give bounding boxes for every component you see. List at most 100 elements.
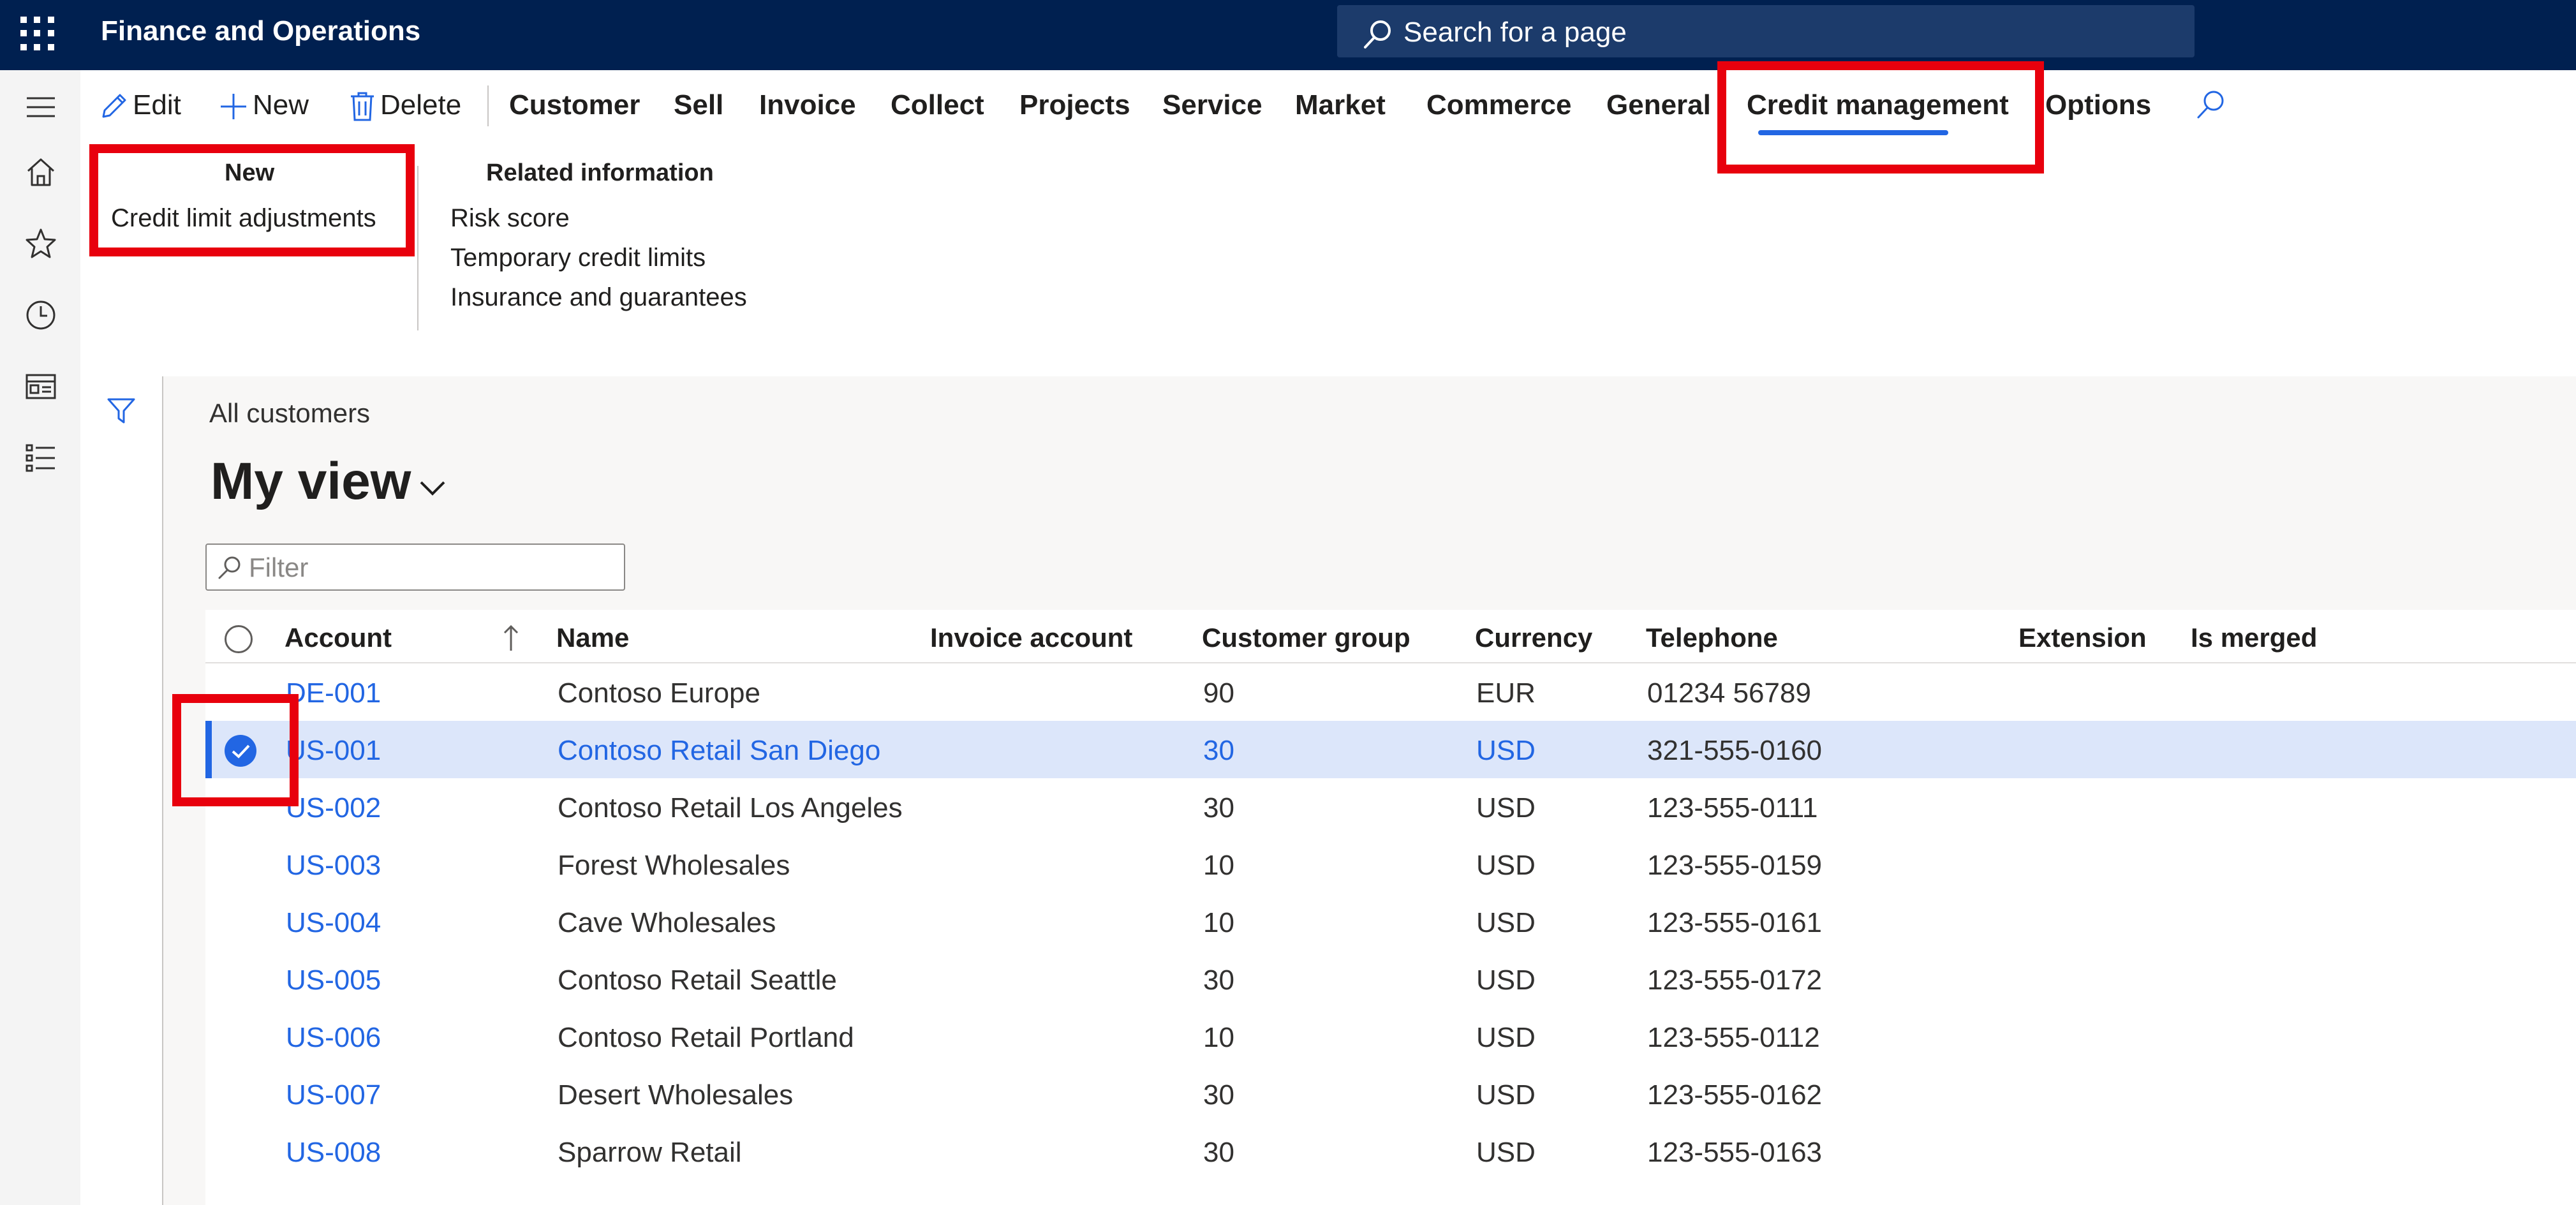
highlight-box-credit-management (1717, 61, 2044, 174)
column-header-currency[interactable]: Currency (1475, 623, 1592, 653)
app-launcher-icon[interactable] (20, 17, 56, 52)
column-header-telephone[interactable]: Telephone (1646, 623, 1778, 653)
cell-currency: USD (1476, 792, 1536, 824)
filter-pane-strip (80, 376, 163, 1205)
group-header-related-information: Related information (486, 159, 714, 186)
tab-customer[interactable]: Customer (509, 89, 640, 121)
customers-grid: Account Name Invoice account Customer gr… (205, 610, 2576, 1205)
cell-currency: USD (1476, 850, 1536, 881)
filter-funnel-icon[interactable] (106, 396, 137, 426)
home-icon[interactable] (24, 156, 57, 189)
cell-name: Contoso Europe (558, 677, 760, 709)
table-row[interactable]: US-004 Cave Wholesales 10 USD 123-555-0161 (205, 893, 2576, 950)
hamburger-menu-icon[interactable] (24, 91, 57, 124)
table-row[interactable]: US-001 Contoso Retail San Diego 30 USD 321-5… (205, 721, 2576, 778)
cell-telephone: 123-555-0172 (1647, 965, 1823, 996)
table-row[interactable]: US-006 Contoso Retail Portland 10 USD 123-55… (205, 1008, 2576, 1065)
filter-input-box[interactable] (205, 543, 625, 591)
table-row[interactable]: DE-001 Contoso Europe 90 EUR 01234 56789 (205, 663, 2576, 721)
sort-ascending-arrow-icon[interactable] (501, 624, 521, 652)
cell-account[interactable]: US-001 (286, 735, 381, 767)
column-header-customer-group[interactable]: Customer group (1202, 623, 1410, 653)
new-label: New (253, 89, 309, 121)
cell-customer-group: 30 (1203, 735, 1234, 766)
trash-icon (351, 92, 374, 121)
highlight-box-credit-limit-adjustments (89, 144, 415, 256)
table-row[interactable]: US-008 Sparrow Retail 30 USD 123-555-0163 (205, 1123, 2576, 1180)
top-bar: Finance and Operations Search for a page (0, 0, 2576, 70)
cell-account[interactable]: US-002 (286, 792, 381, 824)
edit-label: Edit (133, 89, 181, 121)
column-header-is-merged[interactable]: Is merged (2191, 623, 2317, 653)
plus-icon (221, 94, 246, 120)
breadcrumb: All customers (209, 398, 371, 428)
cell-account[interactable]: DE-001 (286, 677, 381, 709)
tab-projects[interactable]: Projects (1019, 89, 1130, 121)
delete-button[interactable]: Delete (348, 89, 461, 122)
search-page-box[interactable]: Search for a page (1337, 5, 2195, 57)
cell-customer-group: 30 (1203, 1079, 1234, 1111)
modules-list-icon[interactable] (24, 441, 57, 475)
main-content: All customers My view Account Name Invoi… (163, 376, 2576, 1205)
cell-telephone: 123-555-0163 (1647, 1137, 1823, 1168)
cell-name: Contoso Retail Seattle (558, 965, 837, 996)
column-header-invoice-account[interactable]: Invoice account (930, 623, 1132, 653)
column-header-account[interactable]: Account (285, 623, 392, 653)
tab-sell[interactable]: Sell (674, 89, 723, 121)
edit-pencil-icon (102, 94, 126, 118)
select-all-radio[interactable] (225, 625, 253, 653)
cell-account[interactable]: US-003 (286, 850, 381, 882)
cell-account[interactable]: US-005 (286, 965, 381, 996)
cell-customer-group: 10 (1203, 907, 1234, 938)
tab-options[interactable]: Options (2045, 89, 2151, 121)
tab-collect[interactable]: Collect (891, 89, 984, 121)
chevron-down-icon[interactable] (418, 478, 447, 498)
filter-input[interactable] (248, 550, 607, 586)
table-row[interactable]: US-007 Desert Wholesales 30 USD 123-555-0162 (205, 1065, 2576, 1123)
cell-telephone: 123-555-0111 (1647, 792, 1818, 824)
left-navigation (0, 70, 82, 1205)
cell-customer-group: 10 (1203, 1022, 1234, 1053)
cell-name: Contoso Retail Los Angeles (558, 792, 903, 824)
cell-account[interactable]: US-008 (286, 1137, 381, 1169)
cell-telephone: 123-555-0112 (1647, 1022, 1820, 1053)
temporary-credit-limits-button[interactable]: Temporary credit limits (450, 244, 706, 272)
recent-clock-icon[interactable] (24, 299, 57, 332)
column-header-name[interactable]: Name (556, 623, 629, 653)
tab-general[interactable]: General (1606, 89, 1711, 121)
insurance-and-guarantees-button[interactable]: Insurance and guarantees (450, 283, 747, 312)
highlight-box-row-select (172, 694, 299, 806)
cell-currency: EUR (1476, 677, 1536, 709)
tab-commerce[interactable]: Commerce (1426, 89, 1571, 121)
cell-telephone: 01234 56789 (1647, 677, 1811, 709)
cell-account[interactable]: US-004 (286, 907, 381, 939)
view-title[interactable]: My view (211, 452, 411, 512)
action-search-icon[interactable] (2195, 88, 2228, 121)
edit-button[interactable]: Edit (98, 89, 181, 122)
search-page-label: Search for a page (1403, 17, 1627, 48)
tab-service[interactable]: Service (1162, 89, 1262, 121)
cell-account[interactable]: US-007 (286, 1079, 381, 1111)
tab-market[interactable]: Market (1295, 89, 1386, 121)
new-button[interactable]: New (218, 89, 309, 122)
cell-customer-group: 30 (1203, 1137, 1234, 1168)
column-header-extension[interactable]: Extension (2018, 623, 2147, 653)
risk-score-button[interactable]: Risk score (450, 204, 570, 233)
cell-telephone: 321-555-0160 (1647, 735, 1823, 766)
app-title[interactable]: Finance and Operations (101, 15, 420, 47)
workspaces-icon[interactable] (24, 370, 57, 403)
cell-customer-group: 10 (1203, 850, 1234, 881)
table-row[interactable]: US-002 Contoso Retail Los Angeles 30 USD 123… (205, 778, 2576, 836)
cell-currency: USD (1476, 1079, 1536, 1111)
table-row[interactable]: US-003 Forest Wholesales 10 USD 123-555-0159 (205, 836, 2576, 893)
favorites-star-icon[interactable] (24, 227, 57, 260)
cell-currency: USD (1476, 1137, 1536, 1168)
tab-invoice[interactable]: Invoice (759, 89, 856, 121)
cell-name: Forest Wholesales (558, 850, 790, 881)
cell-name: Sparrow Retail (558, 1137, 742, 1168)
search-icon (1364, 20, 1391, 48)
cell-account[interactable]: US-006 (286, 1022, 381, 1054)
group-divider (417, 166, 418, 330)
cell-name: Desert Wholesales (558, 1079, 794, 1111)
table-row[interactable]: US-005 Contoso Retail Seattle 30 USD 123-555… (205, 950, 2576, 1008)
